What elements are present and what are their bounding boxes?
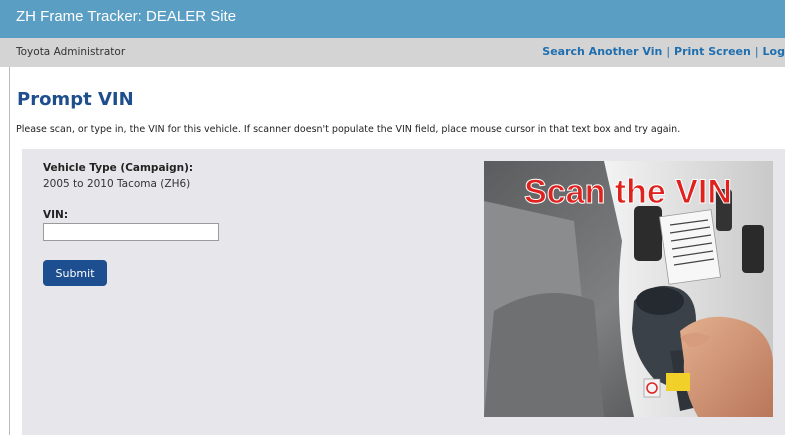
page-title: Prompt VIN (17, 89, 134, 110)
scan-vin-overlay-text: Scan the VIN (524, 173, 732, 211)
user-bar: Toyota Administrator Search Another Vin |… (0, 38, 785, 67)
vin-form-panel: Vehicle Type (Campaign): 2005 to 2010 Ta… (22, 149, 785, 435)
app-title: ZH Frame Tracker: DEALER Site (16, 8, 237, 25)
vin-label: VIN: (43, 209, 69, 221)
print-screen-link[interactable]: Print Screen (674, 45, 751, 58)
logout-link[interactable]: Log (763, 45, 785, 58)
vin-input[interactable] (43, 223, 219, 241)
link-separator: | (754, 45, 759, 58)
scan-vin-photo: Scan the VIN (484, 161, 773, 417)
app-header: ZH Frame Tracker: DEALER Site (0, 0, 785, 38)
submit-button[interactable]: Submit (43, 260, 107, 286)
search-another-vin-link[interactable]: Search Another Vin (542, 45, 662, 58)
scan-vin-illustration: Scan the VIN (484, 161, 773, 417)
link-separator: | (666, 45, 671, 58)
hand (680, 316, 773, 417)
vehicle-type-value: 2005 to 2010 Tacoma (ZH6) (43, 178, 191, 190)
vin-sticker (659, 209, 721, 285)
page-divider (9, 67, 10, 435)
instructions-text: Please scan, or type in, the VIN for thi… (16, 124, 681, 135)
user-name: Toyota Administrator (16, 46, 126, 58)
header-links: Search Another Vin | Print Screen | Log (542, 45, 785, 58)
vehicle-type-label: Vehicle Type (Campaign): (43, 162, 194, 174)
